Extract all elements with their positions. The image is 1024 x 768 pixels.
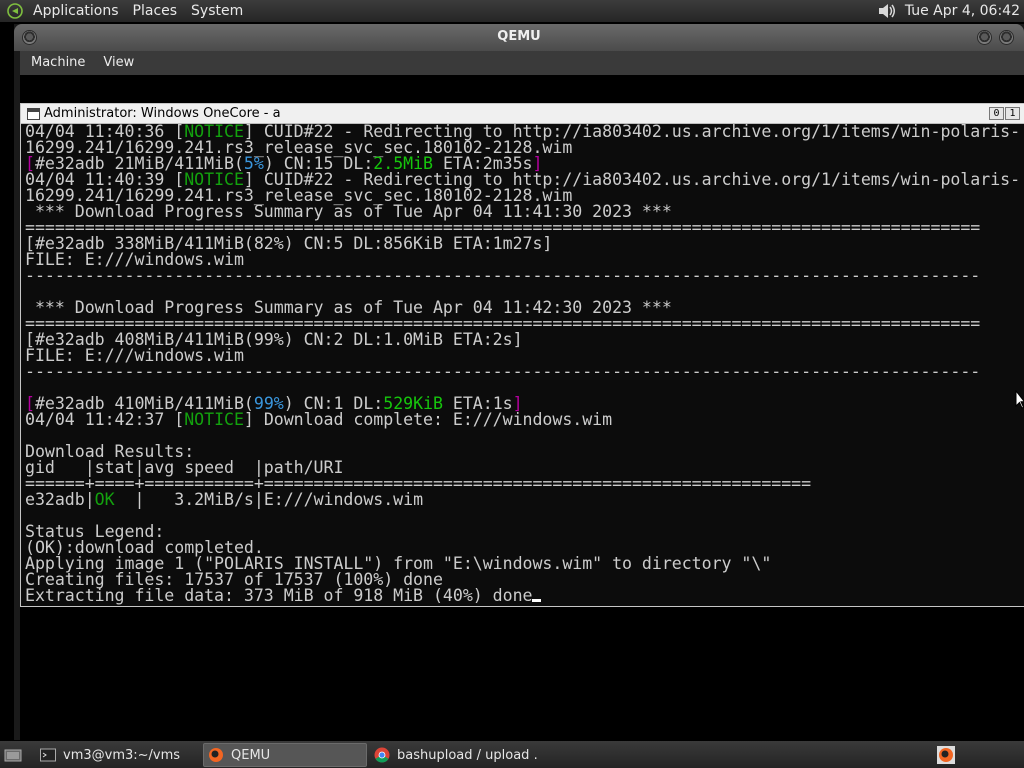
qemu-menubar: Machine View	[20, 51, 1024, 75]
taskbar-item-label: QEMU	[231, 747, 271, 763]
console-control-1-button[interactable]: 1	[1005, 107, 1020, 120]
menu-places[interactable]: Places	[126, 0, 185, 22]
console-control-0-button[interactable]: 0	[989, 107, 1004, 120]
gnome-foot-icon[interactable]	[4, 0, 26, 22]
taskbar-item-browser[interactable]: bashupload / upload …	[370, 743, 538, 767]
clock[interactable]: Tue Apr 4, 06:42	[905, 3, 1024, 19]
chrome-icon	[374, 747, 390, 763]
terminal-line: e32adb|OK | 3.2MiB/s|E:///windows.wim	[25, 490, 424, 509]
bottom-panel: vm3@vm3:~/vms QEMU bashupload / upload …	[0, 741, 1024, 768]
show-desktop-icon[interactable]	[2, 743, 24, 767]
menu-applications[interactable]: Applications	[26, 0, 126, 22]
console-window-title: Administrator: Windows OneCore - a	[44, 106, 281, 121]
qemu-window-title: QEMU	[497, 29, 541, 44]
maximize-button[interactable]	[999, 30, 1014, 45]
volume-icon[interactable]	[875, 0, 899, 22]
menu-system[interactable]: System	[184, 0, 250, 22]
menu-view[interactable]: View	[94, 51, 143, 75]
minimize-button[interactable]	[977, 30, 992, 45]
taskbar-item-qemu[interactable]: QEMU	[203, 743, 367, 767]
console-titlebar[interactable]: Administrator: Windows OneCore - a 0 1	[21, 104, 1024, 124]
qemu-icon	[208, 747, 224, 763]
qemu-titlebar[interactable]: QEMU	[14, 24, 1024, 51]
taskbar-item-label: vm3@vm3:~/vms	[63, 747, 181, 763]
mouse-pointer-icon	[1015, 389, 1024, 410]
menu-machine[interactable]: Machine	[22, 51, 94, 75]
terminal-line: ----------------------------------------…	[25, 362, 981, 381]
terminal-line: Extracting file data: 373 MiB of 918 MiB…	[25, 587, 1023, 604]
terminal-icon	[40, 747, 56, 763]
terminal-line: ----------------------------------------…	[25, 266, 981, 285]
console-window[interactable]: Administrator: Windows OneCore - a 0 1 0…	[20, 103, 1024, 607]
taskbar-item-terminal[interactable]: vm3@vm3:~/vms	[36, 743, 200, 767]
top-panel: Applications Places System Tue Apr 4, 06…	[0, 0, 1024, 22]
text-cursor	[532, 599, 542, 602]
qemu-tray-icon[interactable]	[934, 743, 958, 767]
terminal-line: 04/04 11:42:37 [NOTICE] Download complet…	[25, 410, 613, 429]
taskbar-item-label: bashupload / upload …	[397, 747, 538, 763]
console-window-icon[interactable]	[27, 107, 40, 120]
terminal-output[interactable]: 04/04 11:40:36 [NOTICE] CUID#22 - Redire…	[25, 124, 1023, 606]
